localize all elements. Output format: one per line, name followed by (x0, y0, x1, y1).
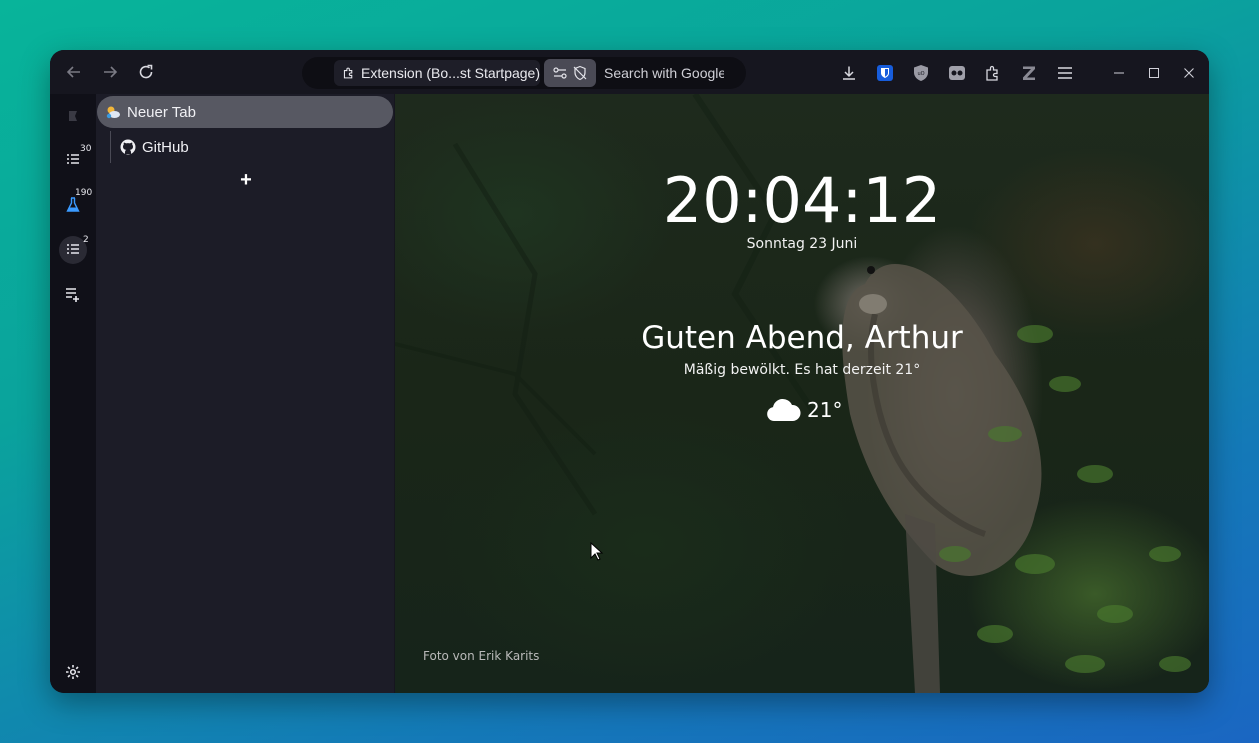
tab-list-icon (67, 154, 79, 164)
tab-pin-icon (69, 111, 77, 121)
tab-panel-2-button[interactable]: 190 (59, 188, 92, 219)
add-list-icon (66, 288, 79, 302)
reload-button[interactable] (133, 60, 159, 84)
svg-text:uO: uO (917, 71, 924, 77)
weather-widget: 21° (765, 397, 842, 423)
flask-icon (66, 197, 80, 212)
tab-count-badge: 2 (83, 235, 89, 245)
maximize-icon (1149, 68, 1159, 78)
toolbar: Extension (Bo...st Startpage) Search wit… (50, 50, 1209, 94)
startpage-content: 20:04:12 Sonntag 23 Juni Guten Abend, Ar… (395, 94, 1209, 693)
browser-window: Extension (Bo...st Startpage) Search wit… (50, 50, 1209, 693)
ublock-origin-icon: uO (914, 65, 928, 81)
extension-2-button[interactable] (946, 62, 968, 84)
menu-icon (1058, 67, 1072, 79)
weather-favicon-icon (106, 106, 120, 119)
zotero-button[interactable] (1018, 62, 1040, 84)
tab-github[interactable]: GitHub (110, 131, 390, 163)
maximize-button[interactable] (1142, 61, 1166, 85)
weather-description: Mäßig bewölkt. Es hat derzeit 21° (683, 362, 921, 378)
tab-panel-3-button[interactable]: 2 (59, 235, 89, 264)
gear-icon (66, 665, 80, 679)
create-panel-button[interactable] (59, 281, 87, 309)
clock: 20:04:12 (662, 164, 942, 237)
tab-sidebar: Neuer Tab GitHub + (96, 94, 394, 693)
tab-list-icon (67, 244, 79, 254)
minimize-icon (1114, 72, 1124, 74)
tab-panel-1-button[interactable]: 30 (59, 144, 91, 174)
tab-neuer-tab[interactable]: Neuer Tab (97, 96, 393, 128)
extension-2-icon (949, 66, 965, 80)
zotero-icon (1023, 66, 1035, 80)
forward-button[interactable] (97, 60, 123, 84)
back-button[interactable] (61, 60, 87, 84)
settings-button[interactable] (59, 658, 87, 686)
tab-count-badge: 30 (80, 144, 92, 154)
puzzle-icon (343, 67, 353, 79)
shield-off-icon (573, 65, 587, 81)
tracking-protection-button[interactable] (544, 59, 596, 87)
tab-label: GitHub (142, 138, 189, 156)
reload-icon (139, 64, 153, 79)
panel-icon-strip: 30 190 2 (50, 94, 96, 693)
identity-box[interactable]: Extension (Bo...st Startpage) (334, 60, 540, 86)
mouse-cursor-icon (590, 542, 604, 561)
tab-label: Neuer Tab (127, 103, 196, 121)
date: Sonntag 23 Juni (746, 236, 858, 252)
arrow-right-icon (104, 66, 118, 78)
permissions-icon (553, 67, 567, 79)
tab-count-badge: 190 (75, 188, 93, 198)
ublock-origin-button[interactable]: uO (910, 62, 932, 84)
cloud-icon (767, 398, 801, 421)
download-button[interactable] (838, 62, 860, 84)
github-icon (120, 139, 136, 155)
download-icon (843, 66, 855, 80)
photo-credit[interactable]: Foto von Erik Karits (423, 649, 539, 663)
puzzle-extensions-icon (986, 65, 998, 81)
arrow-left-icon (66, 66, 80, 78)
temperature: 21° (807, 398, 843, 422)
close-button[interactable] (1177, 61, 1201, 85)
greeting: Guten Abend, Arthur (641, 320, 963, 356)
new-tab-button[interactable]: + (237, 170, 255, 190)
menu-button[interactable] (1054, 62, 1076, 84)
extensions-button[interactable] (982, 62, 1004, 84)
bitwarden-icon (877, 65, 893, 81)
url-bar[interactable]: Extension (Bo...st Startpage) Search wit… (302, 57, 746, 89)
search-input[interactable]: Search with Google (604, 57, 724, 89)
pinned-tabs-button[interactable] (59, 102, 87, 130)
minimize-button[interactable] (1107, 61, 1131, 85)
close-icon (1184, 68, 1194, 78)
bitwarden-button[interactable] (874, 62, 896, 84)
identity-label: Extension (Bo...st Startpage) (361, 65, 540, 81)
